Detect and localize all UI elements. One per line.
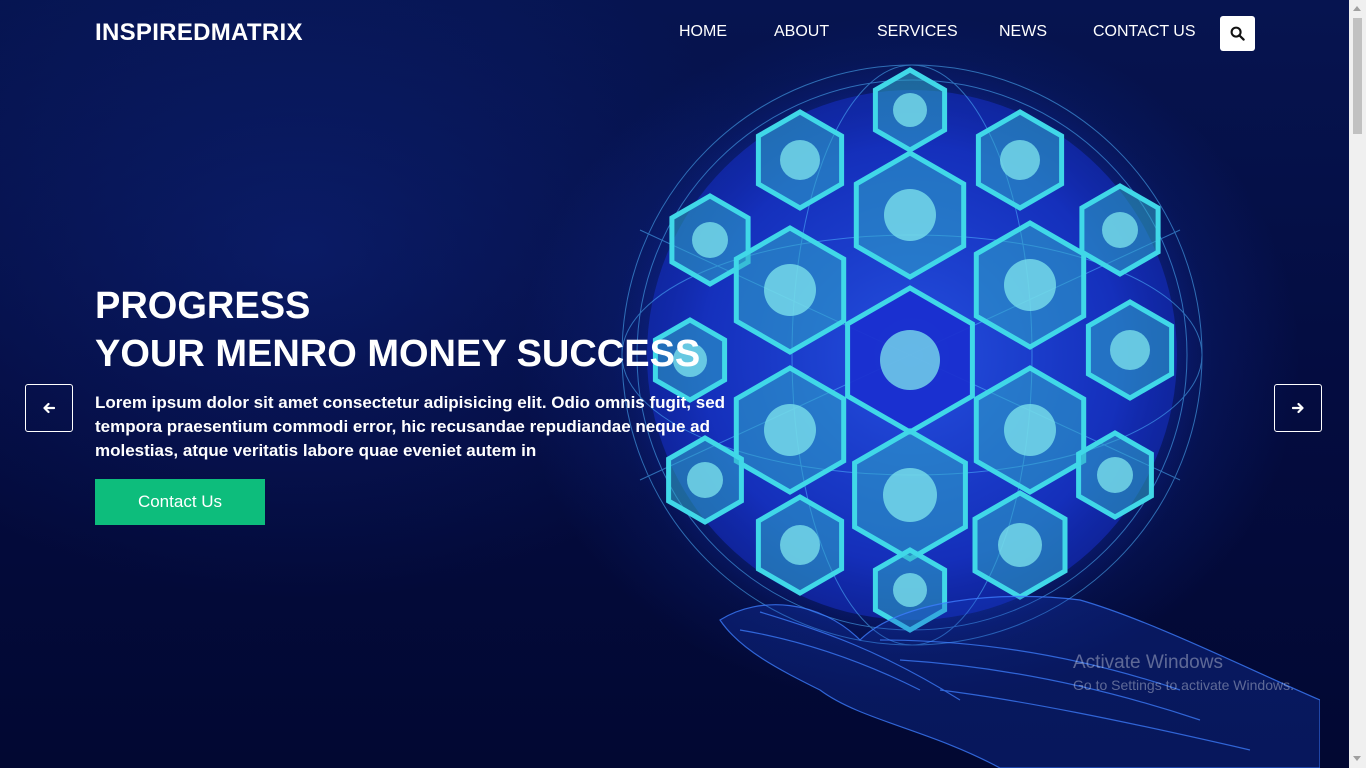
handshake-icon: [780, 140, 820, 180]
arrow-left-icon: [43, 402, 55, 414]
umbrella-icon: [692, 222, 728, 258]
piggy-bank-icon: [764, 264, 816, 316]
hero-title-line2: YOUR MENRO MONEY SUCCESS: [95, 333, 701, 375]
hero-title-line1: PROGRESS: [95, 285, 311, 327]
shield-icon: [880, 330, 940, 390]
nav-contact-us[interactable]: CONTACT US: [1093, 23, 1196, 41]
nav-home[interactable]: HOME: [679, 23, 727, 41]
nav-services[interactable]: SERVICES: [877, 23, 958, 41]
scroll-up-arrow-icon[interactable]: [1353, 6, 1361, 11]
scales-icon: [1000, 140, 1040, 180]
windows-activation-watermark: Activate Windows Go to Settings to activ…: [1073, 652, 1294, 693]
scroll-down-arrow-icon[interactable]: [1353, 756, 1361, 761]
page-scrollbar[interactable]: [1349, 0, 1366, 768]
globe-icon: [893, 573, 927, 607]
clipboard-icon: [884, 189, 936, 241]
watermark-title: Activate Windows: [1073, 652, 1223, 673]
search-icon: [1230, 26, 1245, 41]
heart-icon: [1004, 259, 1056, 311]
brand-logo[interactable]: INSPIREDMATRIX: [95, 19, 303, 47]
wallet-icon: [1004, 404, 1056, 456]
scrollbar-thumb[interactable]: [1353, 18, 1362, 134]
nav-news[interactable]: NEWS: [999, 23, 1047, 41]
hero-description: Lorem ipsum dolor sit amet consectetur a…: [95, 393, 726, 460]
hero-slider: INSPIREDMATRIX HOME ABOUT SERVICES NEWS …: [0, 0, 1349, 768]
next-slide-button[interactable]: [1274, 384, 1322, 432]
airplane-icon: [1102, 212, 1138, 248]
prev-slide-button[interactable]: [25, 384, 73, 432]
home-icon: [764, 404, 816, 456]
briefcase-icon: [780, 525, 820, 565]
hero-title: PROGRESS YOUR MENRO MONEY SUCCESS: [95, 282, 700, 378]
car-icon: [998, 523, 1042, 567]
family-icon: [883, 468, 937, 522]
lightbulb-icon: [1110, 330, 1150, 370]
lifebuoy-icon: [1097, 457, 1133, 493]
search-button[interactable]: [1220, 16, 1255, 51]
arrow-right-icon: [1292, 402, 1304, 414]
nav-about[interactable]: ABOUT: [774, 23, 829, 41]
watermark-subtitle: Go to Settings to activate Windows.: [1073, 677, 1294, 693]
medical-kit-icon: [687, 462, 723, 498]
ship-icon: [893, 93, 927, 127]
contact-us-button[interactable]: Contact Us: [95, 479, 265, 525]
